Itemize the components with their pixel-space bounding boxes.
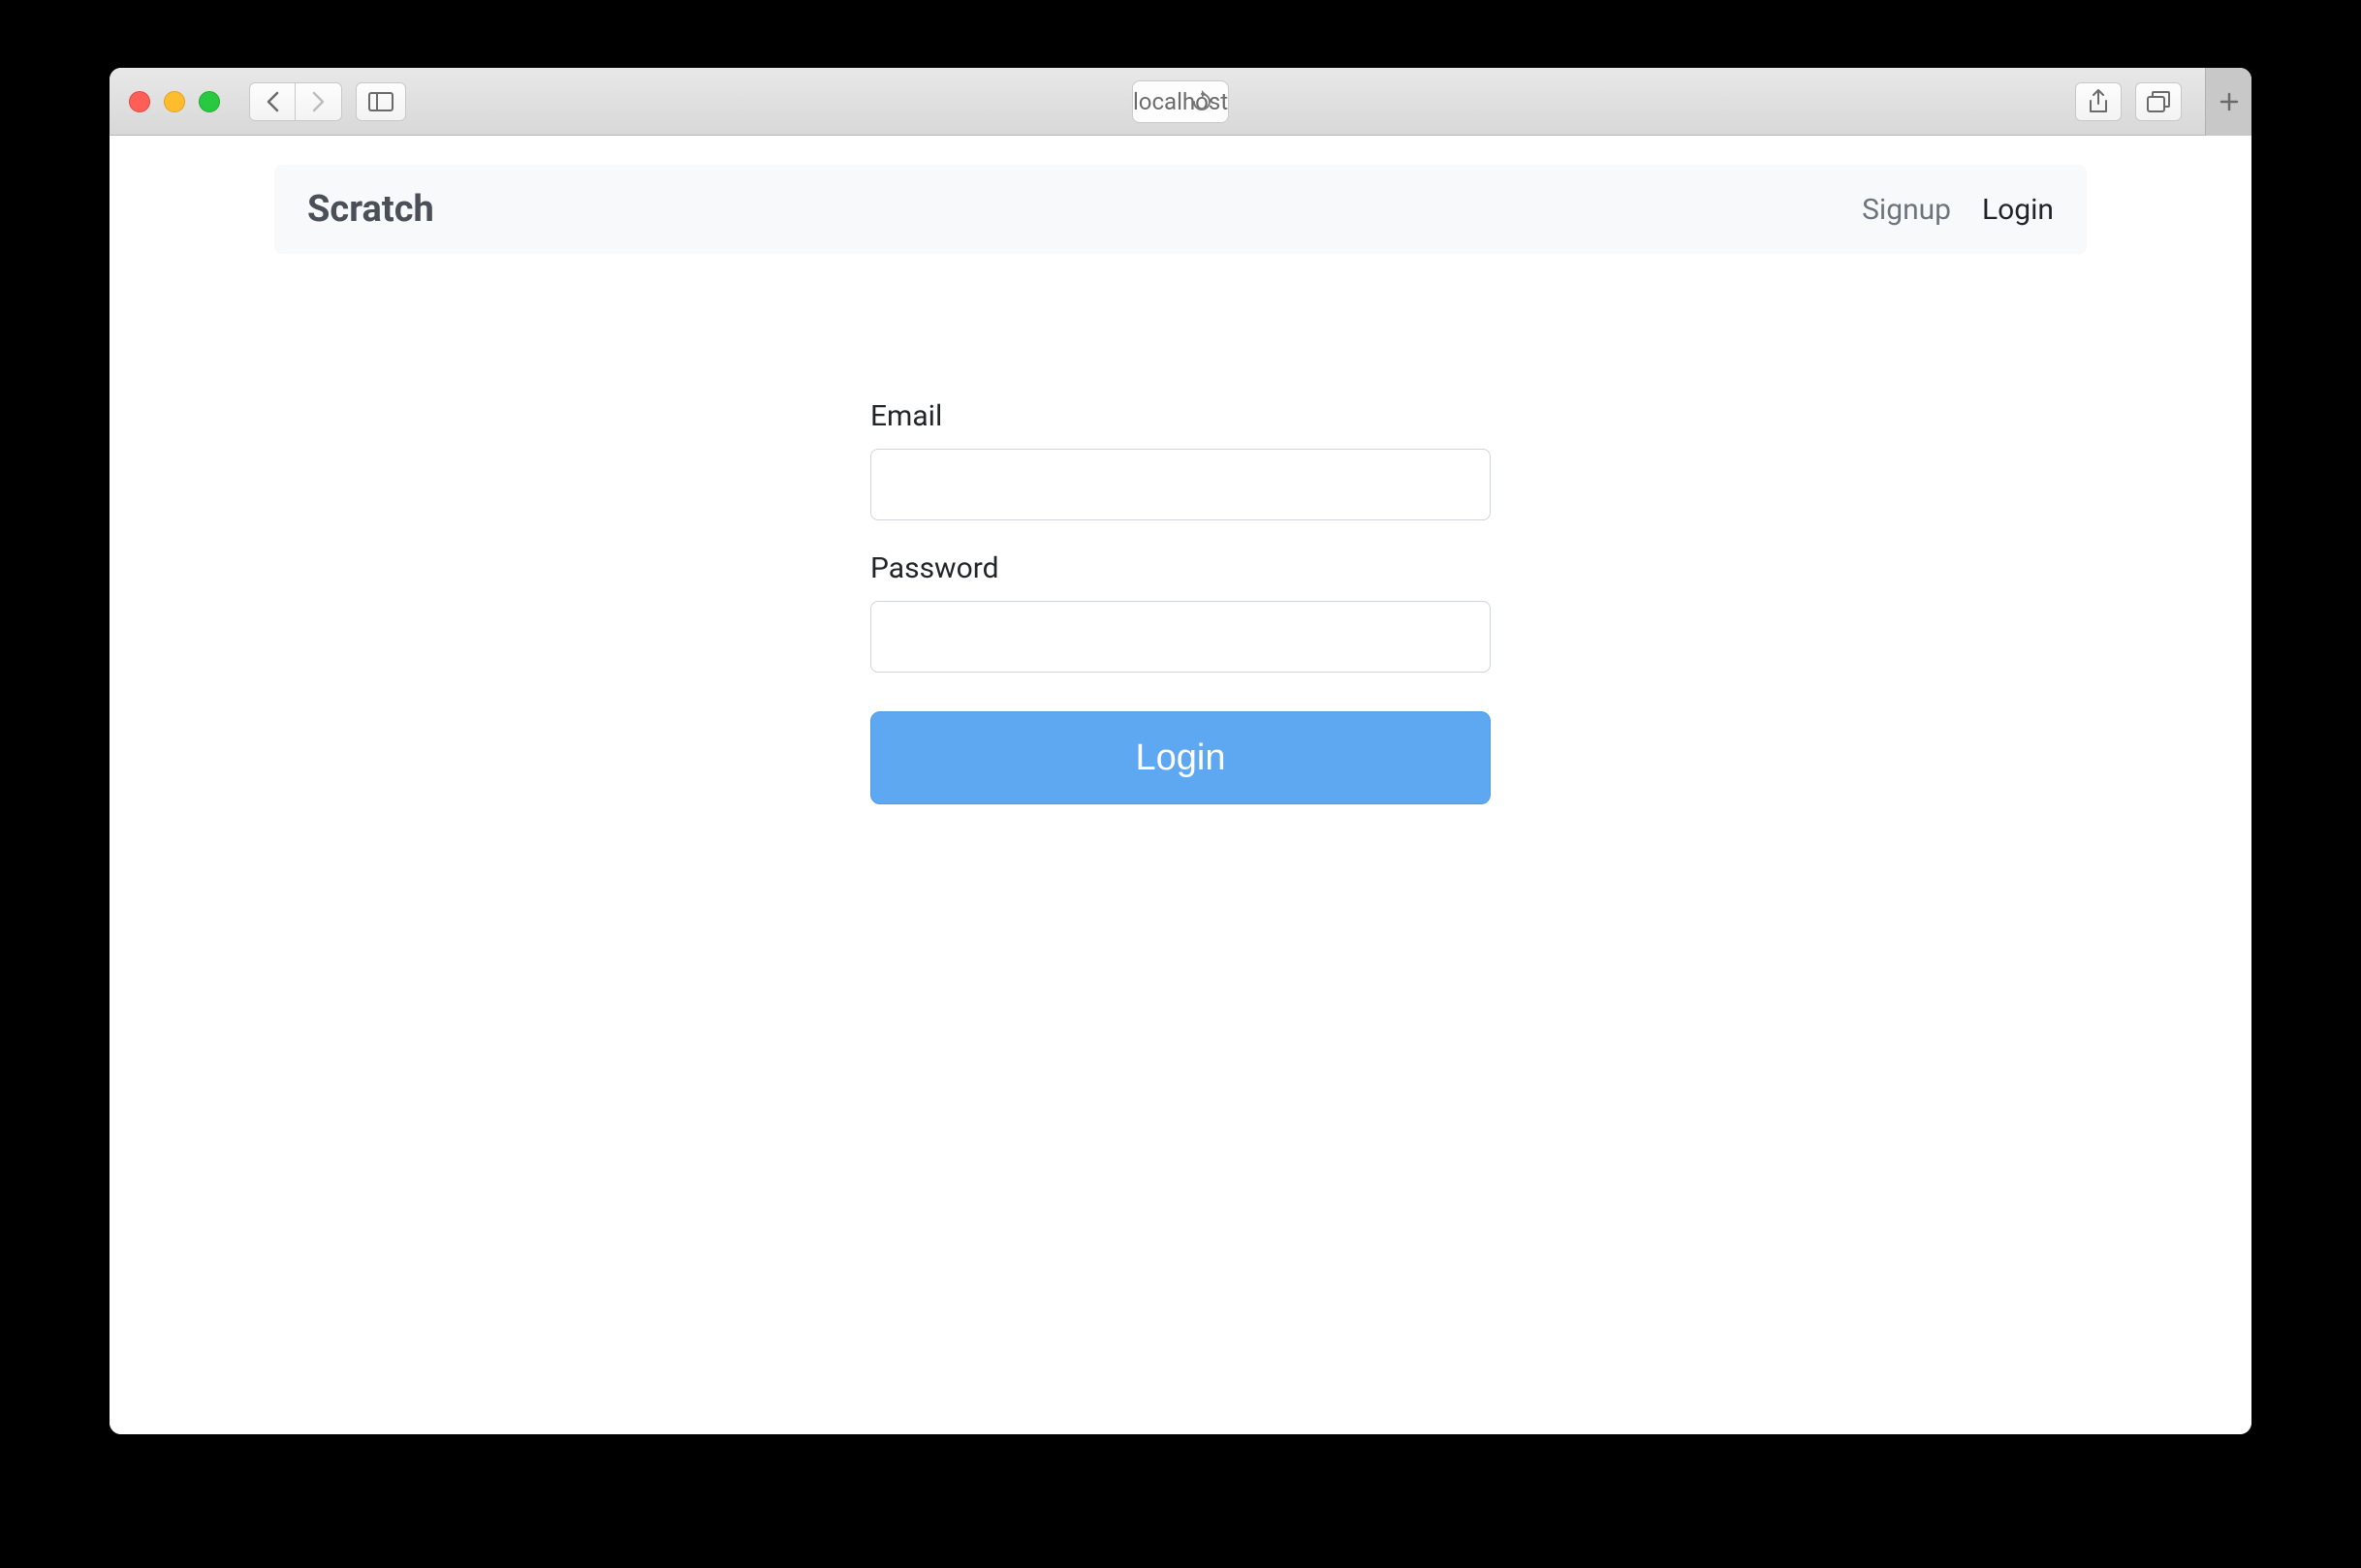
navbar: Scratch Signup Login [274, 165, 2087, 254]
sidebar-toggle-button[interactable] [356, 82, 406, 121]
refresh-icon [1191, 90, 1212, 113]
minimize-window-button[interactable] [164, 91, 185, 112]
nav-links: Signup Login [1862, 193, 2054, 227]
email-group: Email [870, 399, 1491, 520]
email-label: Email [870, 399, 1491, 433]
close-window-button[interactable] [129, 91, 150, 112]
tabs-button[interactable] [2135, 82, 2182, 121]
share-icon [2088, 89, 2109, 114]
password-label: Password [870, 551, 1491, 585]
sidebar-icon [368, 92, 394, 111]
login-button[interactable]: Login [870, 711, 1491, 804]
new-tab-button[interactable] [2205, 68, 2251, 136]
address-text: localhost [1133, 88, 1228, 115]
right-chrome-buttons [2075, 68, 2232, 136]
back-button[interactable] [249, 82, 296, 121]
signup-link[interactable]: Signup [1862, 193, 1951, 227]
chevron-left-icon [266, 91, 279, 112]
login-form: Email Password Login [870, 399, 1491, 804]
maximize-window-button[interactable] [199, 91, 220, 112]
page-content: Scratch Signup Login Email Password Logi… [110, 136, 2251, 1434]
chevron-right-icon [312, 91, 326, 112]
refresh-button[interactable] [1191, 90, 1212, 113]
browser-chrome: localhost [110, 68, 2251, 136]
share-button[interactable] [2075, 82, 2122, 121]
tabs-icon [2147, 91, 2170, 112]
address-bar[interactable]: localhost [1132, 80, 1229, 123]
forward-button[interactable] [296, 82, 342, 121]
plus-icon [2219, 92, 2239, 111]
brand-link[interactable]: Scratch [307, 188, 434, 231]
password-group: Password [870, 551, 1491, 673]
browser-window: localhost Scratch Signup Login [110, 68, 2251, 1434]
nav-buttons-group [249, 82, 342, 121]
password-field[interactable] [870, 601, 1491, 673]
login-link[interactable]: Login [1982, 193, 2054, 227]
email-field[interactable] [870, 449, 1491, 520]
window-controls [129, 91, 220, 112]
